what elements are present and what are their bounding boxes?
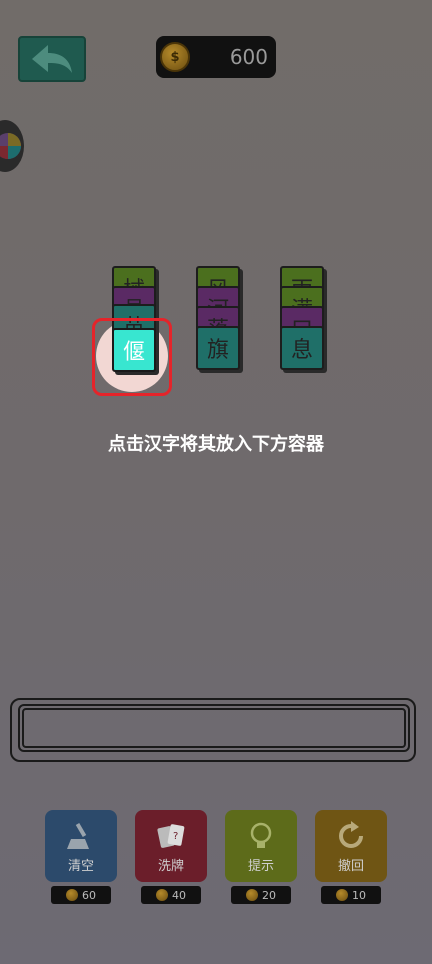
hint-button[interactable]: 提示 [225,810,297,882]
shuffle-button[interactable]: ? 洗牌 [135,810,207,882]
back-arrow-icon [32,45,72,73]
palette-icon [0,133,21,159]
coin-icon [336,889,348,901]
clear-button[interactable]: 清空 [45,810,117,882]
undo-button[interactable]: 撤回 [315,810,387,882]
character-tile[interactable]: 旗 [196,326,240,370]
clear-label: 清空 [67,859,94,874]
hint-cost: 20 [231,886,291,904]
coin-icon [156,889,168,901]
brush-icon [67,822,89,849]
character-tile[interactable]: 息 [280,326,324,370]
shuffle-cost: 40 [141,886,201,904]
coin-icon: $ [160,42,190,72]
tile-container-slot [22,708,406,748]
coin-balance: $ 600 [156,36,276,78]
coin-count: 600 [229,45,268,69]
undo-icon [339,821,363,848]
coin-icon [246,889,258,901]
clear-cost: 60 [51,886,111,904]
theme-button[interactable] [0,120,24,172]
hint-label: 提示 [247,859,274,874]
back-button[interactable] [18,36,86,82]
instruction-text: 点击汉字将其放入下方容器 [108,434,324,455]
shuffle-label: 洗牌 [157,859,184,874]
undo-label: 撤回 [337,859,364,874]
undo-cost: 10 [321,886,381,904]
cards-icon: ? [157,824,185,848]
coin-icon [66,889,78,901]
lightbulb-icon [250,822,272,848]
tutorial-highlight [92,318,172,396]
svg-text:?: ? [173,831,178,842]
